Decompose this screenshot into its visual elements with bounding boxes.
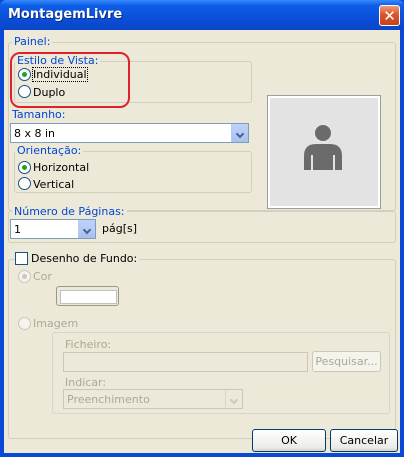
pages-select[interactable]: 1 (10, 219, 96, 239)
chevron-down-icon[interactable] (231, 124, 248, 142)
chevron-down-icon[interactable] (225, 390, 242, 408)
browse-button[interactable]: Pesquisar... (312, 351, 381, 372)
pages-select-value: 1 (14, 223, 21, 236)
orientation-legend: Orientação: (15, 144, 84, 157)
radio-vertical-label[interactable]: Vertical (33, 178, 74, 191)
background-checkbox[interactable] (15, 252, 28, 265)
radio-cor-label[interactable]: Cor (33, 270, 52, 283)
layout-preview (267, 95, 381, 209)
ok-button[interactable]: OK (252, 429, 326, 452)
color-picker-button[interactable] (56, 286, 119, 306)
size-label: Tamanho: (12, 108, 66, 121)
dialog-window: MontagemLivre ✕ Painel: Estilo de Vista:… (0, 0, 404, 457)
radio-imagem-label[interactable]: Imagem (33, 317, 78, 330)
radio-imagem[interactable] (18, 317, 31, 330)
radio-vertical[interactable] (18, 177, 31, 190)
size-select[interactable]: 8 x 8 in (10, 123, 249, 143)
pages-legend: Número de Páginas: (12, 205, 127, 218)
panel-legend: Painel: (12, 35, 53, 48)
window-title: MontagemLivre (8, 7, 123, 22)
cancel-button[interactable]: Cancelar (330, 429, 398, 452)
size-select-value: 8 x 8 in (14, 127, 56, 140)
radio-cor[interactable] (18, 270, 31, 283)
close-icon: ✕ (383, 7, 396, 25)
file-label: Ficheiro: (65, 338, 112, 351)
pages-unit: pág[s] (102, 222, 138, 235)
person-silhouette-icon (304, 125, 342, 170)
radio-horizontal[interactable] (18, 161, 31, 174)
dialog-body: Painel: Estilo de Vista: Individual Dupl… (4, 30, 400, 453)
title-bar[interactable]: MontagemLivre ✕ (0, 0, 404, 30)
indicate-select[interactable]: Preenchimento (63, 389, 243, 409)
close-button[interactable]: ✕ (379, 5, 400, 26)
file-input[interactable] (63, 352, 308, 372)
highlight-annotation (10, 52, 130, 108)
background-label[interactable]: Desenho de Fundo: (29, 252, 140, 265)
color-swatch (60, 290, 117, 304)
radio-horizontal-label[interactable]: Horizontal (33, 161, 89, 174)
indicate-label: Indicar: (65, 376, 107, 389)
indicate-select-value: Preenchimento (67, 393, 150, 406)
chevron-down-icon[interactable] (78, 220, 95, 238)
